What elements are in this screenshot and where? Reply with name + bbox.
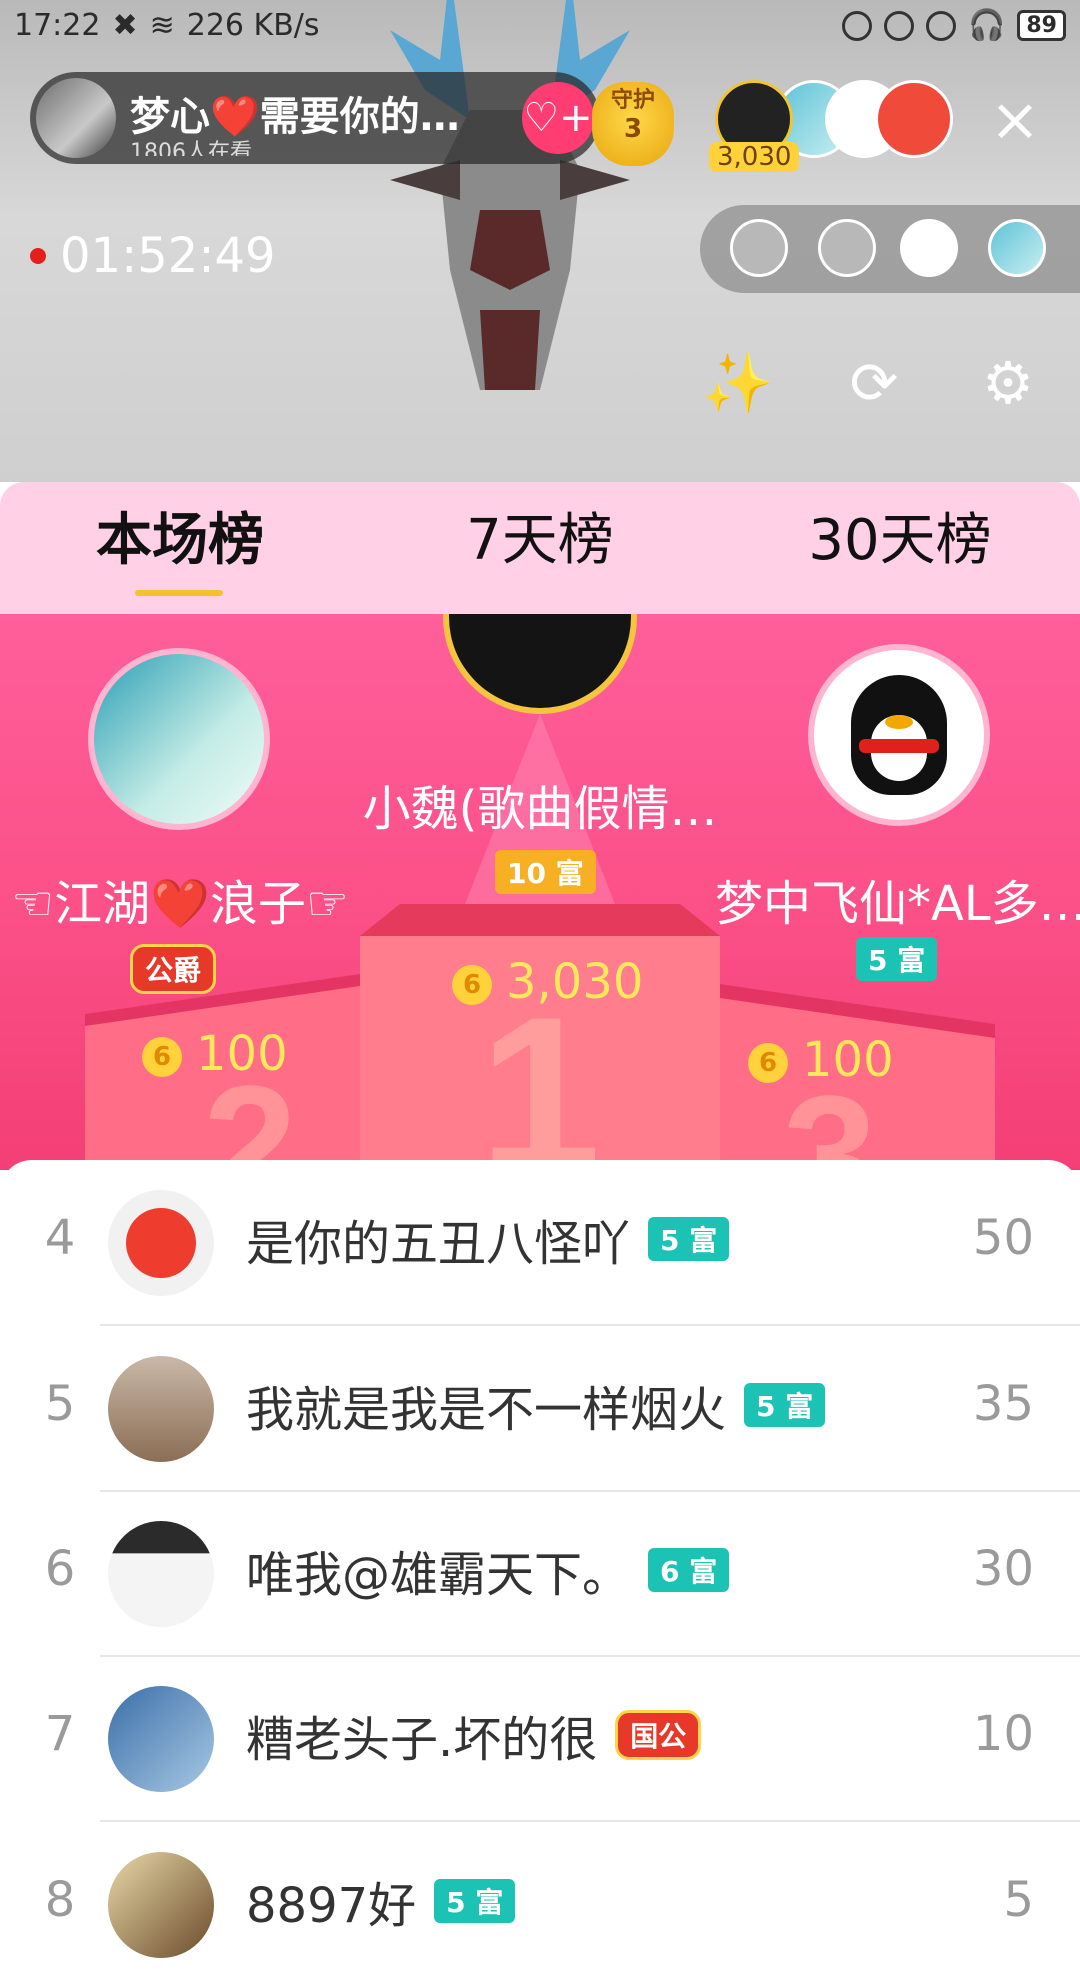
- mute-icon: [842, 10, 873, 41]
- wealth-badge: 6 富: [648, 1548, 730, 1592]
- tab-7-days[interactable]: 7天榜: [440, 482, 640, 614]
- list-item-name-group: 是你的五丑八怪吖 5 富: [246, 1204, 730, 1274]
- first-place-coin-value: 3,030: [506, 954, 644, 1010]
- list-item-name: 我就是我是不一样烟火: [246, 1382, 727, 1438]
- second-place-name[interactable]: ☜江湖❤️浪子☞: [0, 864, 360, 934]
- podium-top-three: 1 2 3 小魏(歌曲假情… ☜江湖❤️浪子☞ 梦中飞仙*AL多… 10 富 公…: [0, 614, 1080, 1170]
- guard-badge[interactable]: 守护 3: [592, 82, 674, 166]
- list-item-score: 30: [972, 1541, 1034, 1597]
- third-place-coin-value: 100: [802, 1032, 894, 1088]
- wifi-icon: ≋: [149, 8, 175, 43]
- live-video-area: 17:22 ✖ ≋ 226 KB/s 🎧 89 梦心❤️需要你的… 1806人在…: [0, 0, 1080, 482]
- list-item[interactable]: 6 唯我@雄霸天下。 6 富 30: [0, 1491, 1080, 1657]
- timer-text: 01:52:49: [60, 228, 276, 284]
- first-place-coins: 6 3,030: [452, 954, 643, 1010]
- first-place-wealth-badge: 10 富: [495, 850, 596, 894]
- viewer-avatar[interactable]: [875, 80, 953, 158]
- coin-icon: 6: [748, 1043, 788, 1083]
- wealth-badge: 5 富: [648, 1217, 730, 1261]
- second-place-coin-value: 100: [196, 1026, 288, 1082]
- viewer-avatars[interactable]: 3,030: [709, 80, 965, 172]
- host-info-pill[interactable]: 梦心❤️需要你的… 1806人在看: [30, 72, 600, 164]
- guard-count: 3: [623, 114, 643, 144]
- recording-dot-icon: [30, 248, 46, 264]
- list-item-name: 糟老头子.坏的很: [246, 1712, 598, 1768]
- list-item-name-group: 糟老头子.坏的很 国公: [246, 1700, 702, 1770]
- list-item[interactable]: 8 8897好 5 富 5: [0, 1822, 1080, 1988]
- list-item-avatar[interactable]: [108, 1686, 214, 1792]
- list-item-score: 35: [972, 1376, 1034, 1432]
- list-item-rank: 5: [44, 1376, 76, 1432]
- empty-seat-icon[interactable]: [730, 219, 788, 277]
- seat-guest-avatar[interactable]: [988, 219, 1046, 277]
- live-timer: 01:52:49: [30, 228, 276, 284]
- tab-30-days[interactable]: 30天榜: [790, 482, 1010, 614]
- ranking-list: 4 是你的五丑八怪吖 5 富 50 5 我就是我是不一样烟火 5 富 35 6 …: [0, 1160, 1080, 1958]
- guard-label: 守护: [610, 88, 655, 113]
- third-place-wealth-badge: 5 富: [856, 937, 938, 981]
- top-viewer-coins: 3,030: [709, 142, 800, 172]
- list-item-name-group: 唯我@雄霸天下。 6 富: [246, 1535, 730, 1605]
- second-place-avatar[interactable]: [88, 648, 270, 830]
- second-place-coins: 6 100: [142, 1026, 288, 1082]
- alarm-icon: [926, 10, 957, 41]
- net-speed: 226 KB/s: [186, 8, 320, 43]
- wealth-badge: 5 富: [434, 1879, 516, 1923]
- close-icon[interactable]: ×: [985, 90, 1045, 150]
- list-item-avatar[interactable]: [108, 1852, 214, 1958]
- list-item-name-group: 我就是我是不一样烟火 5 富: [246, 1370, 826, 1440]
- third-place-avatar[interactable]: [808, 644, 990, 826]
- list-item-rank: 4: [44, 1210, 76, 1266]
- list-item-name: 唯我@雄霸天下。: [246, 1547, 631, 1603]
- guest-seats: [700, 205, 1080, 293]
- host-viewer-count: 1806人在看: [130, 140, 252, 156]
- list-item[interactable]: 5 我就是我是不一样烟火 5 富 35: [0, 1326, 1080, 1492]
- third-place-name[interactable]: 梦中飞仙*AL多…: [715, 864, 1080, 934]
- beauty-magic-icon[interactable]: ✨: [700, 345, 776, 421]
- notification-icon: ✖: [112, 8, 138, 43]
- wealth-badge: 5 富: [744, 1383, 826, 1427]
- headphones-icon: 🎧: [968, 8, 1006, 43]
- list-item-name: 8897好: [246, 1878, 417, 1934]
- list-item-rank: 7: [44, 1706, 76, 1762]
- noble-badge: 国公: [615, 1710, 702, 1760]
- follow-button[interactable]: ♡+: [522, 82, 594, 154]
- settings-gear-icon[interactable]: ⚙: [970, 345, 1046, 421]
- lock-icon: [884, 10, 915, 41]
- list-item-avatar[interactable]: [108, 1521, 214, 1627]
- host-avatar[interactable]: [36, 78, 116, 158]
- seat-guest-avatar[interactable]: [900, 219, 958, 277]
- list-item-score: 50: [972, 1210, 1034, 1266]
- third-place-coins: 6 100: [748, 1032, 894, 1088]
- list-item-avatar[interactable]: [108, 1356, 214, 1462]
- coin-icon: 6: [452, 965, 492, 1005]
- first-place-name[interactable]: 小魏(歌曲假情…: [355, 769, 725, 839]
- status-bar: 17:22 ✖ ≋ 226 KB/s 🎧 89: [0, 0, 1080, 54]
- second-place-noble-badge: 公爵: [130, 944, 217, 994]
- active-tab-indicator: [135, 590, 223, 596]
- coin-icon: 6: [142, 1037, 182, 1077]
- list-item-rank: 6: [44, 1541, 76, 1597]
- penguin-icon: [851, 675, 947, 795]
- switch-camera-icon[interactable]: ⟳: [836, 345, 912, 421]
- list-item-name-group: 8897好 5 富: [246, 1866, 516, 1936]
- list-item-score: 10: [972, 1706, 1034, 1762]
- list-item[interactable]: 4 是你的五丑八怪吖 5 富 50: [0, 1160, 1080, 1326]
- battery-level: 89: [1017, 10, 1066, 41]
- empty-seat-icon[interactable]: [818, 219, 876, 277]
- list-item-name: 是你的五丑八怪吖: [246, 1216, 631, 1272]
- status-time: 17:22: [14, 8, 101, 43]
- list-item[interactable]: 7 糟老头子.坏的很 国公 10: [0, 1656, 1080, 1822]
- list-item-avatar[interactable]: [108, 1190, 214, 1296]
